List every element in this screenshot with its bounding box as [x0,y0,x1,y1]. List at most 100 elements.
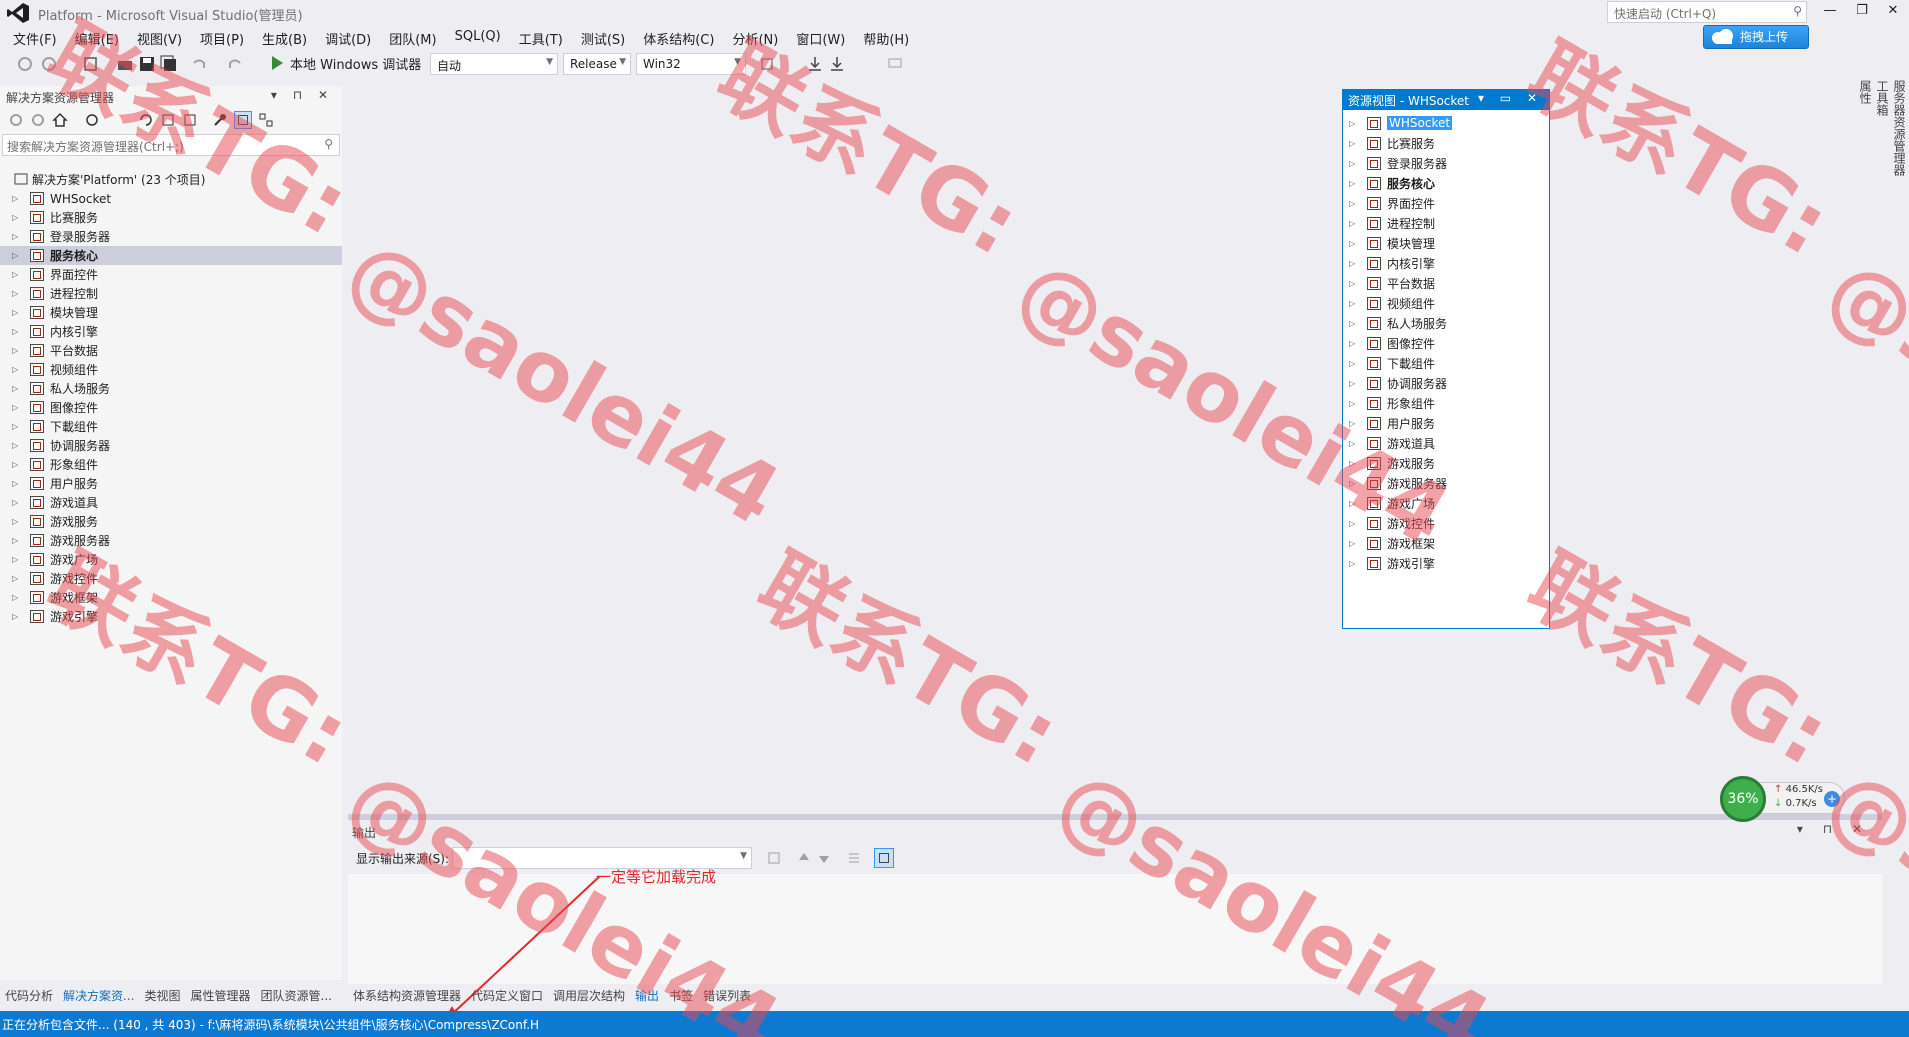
bottom-tab[interactable]: 团队资源管... [256,984,337,1006]
expand-arrow-icon[interactable]: ▷ [12,460,22,469]
expand-arrow-icon[interactable]: ▷ [12,213,22,222]
project-node[interactable]: ▷ 游戏控件 [0,569,342,588]
build-icon[interactable] [806,55,824,73]
project-node[interactable]: ▷ 游戏广场 [0,550,342,569]
save-icon[interactable] [138,55,156,73]
class-diagram-icon[interactable] [258,112,274,128]
menu-test[interactable]: 测试(S) [572,26,634,50]
expand-arrow-icon[interactable]: ▷ [12,194,22,203]
project-node[interactable]: ▷ 进程控制 [0,284,342,303]
expand-arrow-icon[interactable]: ▷ [1349,359,1359,368]
bottom-tab[interactable]: 输出 [630,984,664,1006]
project-node[interactable]: ▷ 游戏服务器 [0,531,342,550]
expand-arrow-icon[interactable]: ▷ [12,441,22,450]
previous-message-icon[interactable] [796,850,812,866]
redo-icon[interactable] [226,55,244,73]
expand-arrow-icon[interactable]: ▷ [1349,339,1359,348]
solution-platform-combo[interactable]: Win32 ▼ [636,53,746,75]
expand-arrow-icon[interactable]: ▷ [1349,159,1359,168]
menu-tools[interactable]: 工具(T) [510,26,572,50]
menu-team[interactable]: 团队(M) [380,26,445,50]
properties-wrench-icon[interactable] [212,112,228,128]
menu-file[interactable]: 文件(F) [4,26,66,50]
expand-arrow-icon[interactable]: ▷ [1349,379,1359,388]
resource-item[interactable]: ▷ WHSocket [1343,113,1549,133]
clear-all-icon[interactable] [846,850,862,866]
rebuild-icon[interactable] [828,55,846,73]
bottom-tab[interactable]: 解决方案资... [58,984,139,1006]
expand-arrow-icon[interactable]: ▷ [12,327,22,336]
output-window-buttons[interactable]: ▾ ⊓ ✕ [1797,822,1870,836]
expand-arrow-icon[interactable]: ▷ [1349,539,1359,548]
word-wrap-icon[interactable] [874,848,894,868]
resource-item[interactable]: ▷ 平台数据 [1343,273,1549,293]
expand-arrow-icon[interactable]: ▷ [1349,459,1359,468]
resource-item[interactable]: ▷ 内核引擎 [1343,253,1549,273]
expand-arrow-icon[interactable]: ▷ [12,232,22,241]
undo-icon[interactable] [190,55,208,73]
expand-arrow-icon[interactable]: ▷ [12,612,22,621]
resource-view-window-buttons[interactable]: ▾ ▭ ✕ [1478,91,1543,105]
resource-item[interactable]: ▷ 登录服务器 [1343,153,1549,173]
open-file-icon[interactable] [116,55,134,73]
project-node[interactable]: ▷ WHSocket [0,189,342,208]
plus-icon[interactable]: + [1824,791,1840,807]
project-node[interactable]: ▷ 用户服务 [0,474,342,493]
expand-arrow-icon[interactable]: ▷ [1349,139,1359,148]
project-node[interactable]: ▷ 视频组件 [0,360,342,379]
expand-arrow-icon[interactable]: ▷ [1349,259,1359,268]
bottom-tab[interactable]: 错误列表 [698,984,756,1006]
expand-arrow-icon[interactable]: ▷ [1349,179,1359,188]
collapse-all-icon[interactable] [160,112,176,128]
solution-configuration-combo[interactable]: Release ▼ [563,53,631,75]
expand-arrow-icon[interactable]: ▷ [12,308,22,317]
tab-properties[interactable]: 属性 [1857,80,1874,176]
expand-arrow-icon[interactable]: ▷ [1349,299,1359,308]
expand-arrow-icon[interactable]: ▷ [12,270,22,279]
tab-server-explorer[interactable]: 服务器资源管理器 [1891,80,1908,176]
expand-arrow-icon[interactable]: ▷ [12,403,22,412]
expand-arrow-icon[interactable]: ▷ [12,479,22,488]
quick-launch-input[interactable]: 快速启动 (Ctrl+Q) ⚲ [1607,1,1807,23]
expand-arrow-icon[interactable]: ▷ [1349,439,1359,448]
close-button[interactable]: ✕ [1877,0,1909,24]
tab-toolbox[interactable]: 工具箱 [1874,80,1891,176]
project-node[interactable]: ▷ 图像控件 [0,398,342,417]
expand-arrow-icon[interactable]: ▷ [1349,559,1359,568]
next-message-icon[interactable] [816,850,832,866]
resource-item[interactable]: ▷ 用户服务 [1343,413,1549,433]
menu-debug[interactable]: 调试(D) [316,26,380,50]
solution-node[interactable]: 解决方案'Platform' (23 个项目) [0,170,342,189]
resource-item[interactable]: ▷ 形象组件 [1343,393,1549,413]
network-speed-widget[interactable]: 36% ↑ 46.5K/s ↓ 0.7K/s + [1720,776,1845,822]
expand-arrow-icon[interactable]: ▷ [1349,319,1359,328]
bottom-tab[interactable]: 类视图 [139,984,185,1006]
preview-selected-icon[interactable] [234,111,252,129]
menu-help[interactable]: 帮助(H) [854,26,918,50]
expand-arrow-icon[interactable]: ▷ [12,574,22,583]
expand-arrow-icon[interactable]: ▷ [12,422,22,431]
expand-arrow-icon[interactable]: ▷ [12,346,22,355]
menu-sql[interactable]: SQL(Q) [446,26,510,50]
find-in-files-icon[interactable] [760,55,778,73]
history-icon[interactable] [84,112,100,128]
expand-arrow-icon[interactable]: ▷ [1349,479,1359,488]
back-icon[interactable] [8,112,24,128]
resource-item[interactable]: ▷ 游戏引擎 [1343,553,1549,573]
expand-arrow-icon[interactable]: ▷ [12,365,22,374]
resource-item[interactable]: ▷ 游戏控件 [1343,513,1549,533]
resource-item[interactable]: ▷ 协调服务器 [1343,373,1549,393]
expand-arrow-icon[interactable]: ▷ [12,517,22,526]
expand-arrow-icon[interactable]: ▷ [12,536,22,545]
bottom-tab[interactable]: 代码定义窗口 [466,984,548,1006]
bottom-tab[interactable]: 书签 [664,984,698,1006]
bottom-tab[interactable]: 代码分析 [0,984,58,1006]
menu-architecture[interactable]: 体系结构(C) [634,26,723,50]
expand-arrow-icon[interactable]: ▷ [1349,239,1359,248]
resource-item[interactable]: ▷ 游戏服务器 [1343,473,1549,493]
save-all-icon[interactable] [160,55,178,73]
expand-arrow-icon[interactable]: ▷ [1349,399,1359,408]
project-node[interactable]: ▷ 内核引擎 [0,322,342,341]
resource-item[interactable]: ▷ 视频组件 [1343,293,1549,313]
expand-arrow-icon[interactable]: ▷ [12,593,22,602]
